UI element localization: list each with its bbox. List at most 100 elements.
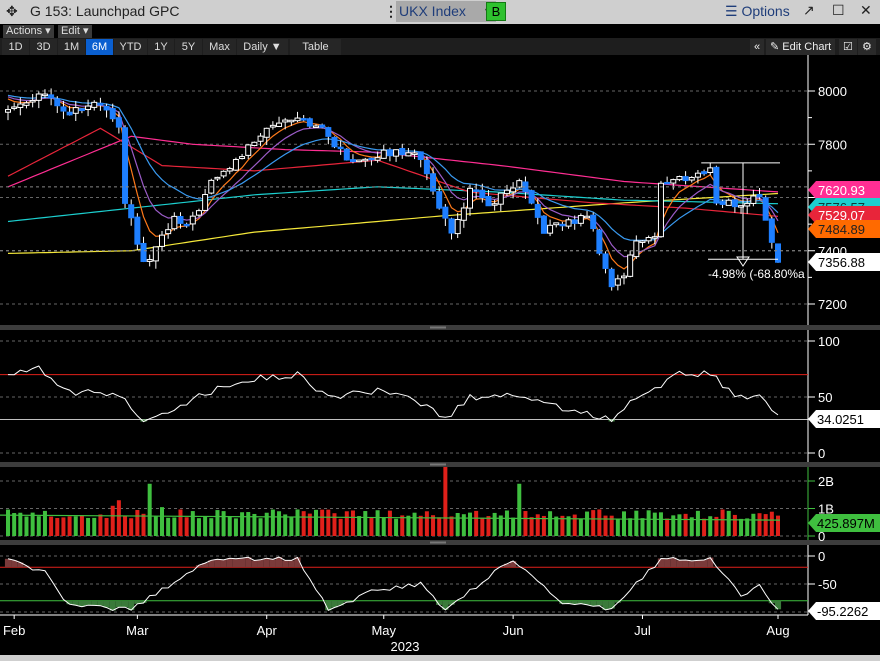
candle-up <box>313 125 319 128</box>
volume-bar <box>18 512 23 536</box>
candle-down <box>54 98 61 107</box>
volume-bar <box>338 518 343 536</box>
candle-up <box>380 149 387 159</box>
chart-canvas[interactable]: 800078007600740072001005002B1B00-50FebMa… <box>0 55 880 655</box>
volume-bar <box>646 510 651 536</box>
volume-bar <box>769 511 774 536</box>
candle-up <box>276 122 283 127</box>
candle-down <box>436 191 443 209</box>
volume-bar <box>763 514 768 536</box>
volume-bar <box>554 516 559 536</box>
candle-up <box>226 168 233 172</box>
candle-up <box>676 176 683 181</box>
period-5y[interactable]: 5Y <box>175 39 202 55</box>
annotate-icon[interactable]: ☑ <box>839 39 857 55</box>
maximize-icon[interactable]: ☐ <box>832 2 845 19</box>
frequency-dropdown[interactable]: Daily ▼ <box>237 39 288 55</box>
volume-bar <box>123 515 128 536</box>
oscillator-oversold-fill <box>596 600 603 606</box>
panel-resize-handle <box>430 463 446 466</box>
volume-bar <box>86 517 91 536</box>
rsi-value-label: 34.0251 <box>817 412 864 427</box>
volume-bar <box>424 511 429 536</box>
volume-bar <box>529 517 534 536</box>
volume-bar <box>387 510 392 536</box>
volume-bar <box>665 518 670 536</box>
candle-down <box>430 173 437 192</box>
volume-bar <box>443 467 448 536</box>
volume-bar <box>511 517 516 536</box>
period-3d[interactable]: 3D <box>30 39 57 55</box>
ticker-input[interactable]: UKX Index▼ <box>396 1 496 22</box>
table-button[interactable]: Table <box>290 39 341 55</box>
volume-bar <box>320 509 325 536</box>
move-icon[interactable]: ✥ <box>6 3 18 20</box>
popout-icon[interactable]: ↗ <box>803 2 815 19</box>
candle-up <box>577 215 584 224</box>
candle-up <box>670 179 677 184</box>
candle-up <box>171 215 178 230</box>
period-6m[interactable]: 6M <box>86 39 113 55</box>
volume-bar <box>504 510 509 536</box>
candle-down <box>368 157 375 161</box>
options-label: Options <box>741 3 790 19</box>
candle-down <box>78 108 85 112</box>
period-max[interactable]: Max <box>203 39 236 55</box>
candle-up <box>269 124 276 128</box>
price-label: 7484.89 <box>818 222 865 237</box>
volume-bar <box>110 505 115 536</box>
collapse-icon[interactable]: « <box>750 39 765 55</box>
candle-down <box>134 216 141 245</box>
volume-bar <box>42 510 47 536</box>
x-axis-label: Feb <box>3 623 25 638</box>
volume-bar <box>615 518 620 536</box>
oscillator-overbought-fill <box>239 558 246 568</box>
period-1y[interactable]: 1Y <box>148 39 174 55</box>
period-1d[interactable]: 1D <box>2 39 29 55</box>
volume-bar <box>671 515 676 536</box>
candle-up <box>29 99 36 103</box>
close-icon[interactable]: ✕ <box>860 2 872 19</box>
edit-chart-button[interactable]: ✎ Edit Chart <box>766 39 836 55</box>
candle-up <box>454 219 461 235</box>
candle-up <box>232 158 239 171</box>
volume-bar <box>394 518 399 536</box>
x-axis-label: Aug <box>766 623 789 638</box>
volume-bar <box>104 517 109 536</box>
options-button[interactable]: ☰ Options <box>725 3 790 20</box>
volume-bar <box>135 510 140 536</box>
candle-up <box>202 194 209 211</box>
period-1m[interactable]: 1M <box>58 39 85 55</box>
gear-icon[interactable]: ⚙ <box>858 39 876 55</box>
volume-bar <box>233 518 238 536</box>
candle-up <box>565 219 572 227</box>
volume-bar <box>6 509 10 536</box>
volume-bar <box>36 516 41 536</box>
volume-bar <box>437 517 442 536</box>
volume-bar <box>363 511 368 536</box>
actions-menu[interactable]: Actions ▾ <box>3 25 54 38</box>
period-ytd[interactable]: YTD <box>114 39 147 55</box>
volume-bar <box>720 509 725 536</box>
candle-down <box>48 94 55 99</box>
candle-down <box>602 253 609 269</box>
oscillator-overbought-fill <box>251 560 258 568</box>
candle-down <box>103 105 110 111</box>
volume-bar <box>732 514 737 536</box>
b-button[interactable]: B <box>486 2 506 21</box>
candle-down <box>701 171 708 175</box>
candle-up <box>282 119 289 123</box>
candle-up <box>239 156 246 160</box>
price-label: 7356.88 <box>818 255 865 270</box>
candle-down <box>719 201 726 205</box>
candle-up <box>503 189 510 195</box>
volume-bar <box>350 510 355 536</box>
volume-bar <box>314 509 318 536</box>
candle-up <box>189 215 196 225</box>
oscillator-overbought-fill <box>676 560 683 568</box>
candle-up <box>220 170 227 177</box>
candle-up <box>633 240 640 258</box>
oscillator-value-label: -95.2262 <box>817 604 868 619</box>
edit-menu[interactable]: Edit ▾ <box>58 25 92 38</box>
candle-up <box>85 105 92 111</box>
